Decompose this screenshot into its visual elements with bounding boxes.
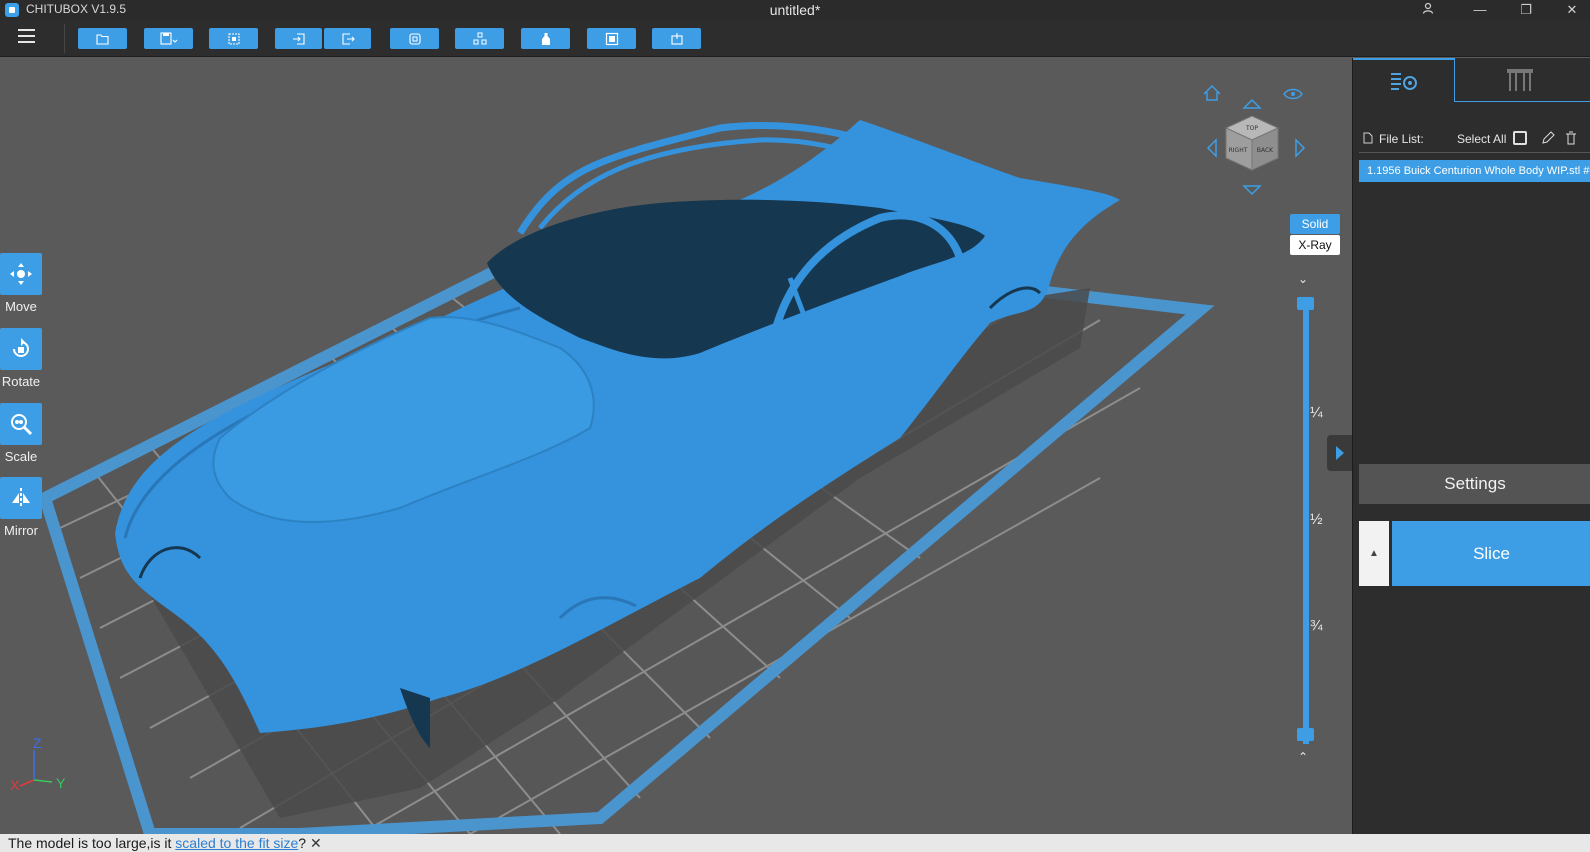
select-all-label: Select All (1457, 132, 1507, 146)
restore-button[interactable]: ❐ (1508, 0, 1544, 20)
mirror-label: Mirror (4, 523, 38, 538)
solid-view-button[interactable]: Solid (1290, 214, 1340, 234)
status-suffix: ? (298, 835, 307, 851)
open-file-button[interactable] (78, 28, 127, 49)
trash-icon[interactable] (1565, 131, 1577, 145)
tab-supports[interactable] (1455, 58, 1590, 102)
svg-text:RIGHT: RIGHT (1229, 147, 1248, 154)
scale-to-fit-link[interactable]: scaled to the fit size (175, 835, 298, 851)
home-view-icon (1203, 84, 1221, 101)
toolbar-divider (64, 24, 65, 53)
save-icon (159, 31, 177, 45)
file-list-label: File List: (1379, 132, 1424, 146)
slider-mark-three-quarter: ¾ (1310, 617, 1323, 634)
tab-files[interactable] (1353, 58, 1455, 102)
add-box-icon (670, 32, 683, 45)
scale-icon (0, 403, 42, 445)
slice-button[interactable]: Slice (1392, 521, 1590, 586)
import-icon (292, 32, 305, 45)
panel-collapse-toggle[interactable] (1327, 435, 1352, 471)
arrange-icon (473, 32, 486, 44)
slider-mark-quarter: ¼ (1310, 404, 1323, 421)
rotate-tool[interactable]: Rotate (0, 328, 42, 389)
file-settings-icon (1391, 73, 1417, 90)
file-list-header: File List: Select All (1363, 130, 1590, 148)
rotate-left-icon (1206, 138, 1217, 158)
layer-slider-track[interactable] (1303, 304, 1309, 744)
export-button[interactable] (324, 28, 371, 49)
rotate-right-icon (1295, 138, 1306, 158)
layer-chevron-down-icon[interactable]: ⌄ (1298, 272, 1308, 286)
copy-button[interactable] (390, 28, 439, 49)
status-bar: The model is too large,is it scaled to t… (0, 834, 1590, 852)
file-list-item[interactable]: 1.1956 Buick Centurion Whole Body WIP.st… (1359, 160, 1590, 182)
svg-text:BACK: BACK (1257, 147, 1274, 154)
rotate-icon (0, 328, 42, 370)
scale-label: Scale (4, 449, 38, 464)
hamburger-menu-icon[interactable] (18, 29, 38, 47)
dismiss-status-icon[interactable]: ✕ (310, 835, 322, 851)
edit-icon[interactable] (1541, 131, 1555, 145)
bottle-icon (541, 32, 550, 45)
move-tool[interactable]: Move (0, 253, 42, 314)
scene-canvas (37, 120, 1215, 834)
rotate-up-icon (1242, 98, 1262, 109)
arrange-button[interactable] (455, 28, 504, 49)
move-icon (0, 253, 42, 295)
minimize-button[interactable]: — (1462, 0, 1498, 20)
import-button[interactable] (275, 28, 322, 49)
user-icon[interactable] (1410, 0, 1446, 20)
add-box-button[interactable] (652, 28, 701, 49)
main-toolbar (0, 20, 1590, 57)
rotate-down-icon (1242, 185, 1262, 196)
z-axis-label: Z (33, 735, 42, 751)
select-all-checkbox[interactable] (1513, 131, 1527, 145)
layer-chevron-up-icon[interactable]: ⌃ (1298, 750, 1308, 764)
select-icon (227, 32, 240, 45)
axis-gizmo: Z X Y (10, 735, 66, 793)
support-table-icon (1507, 69, 1533, 91)
mirror-tool[interactable]: Mirror (0, 477, 42, 538)
move-label: Move (5, 299, 37, 314)
folder-open-icon (95, 33, 109, 45)
3d-viewport[interactable]: TOP RIGHT BACK Solid X-Ray ⌄ ¼ ½ ¾ ⌃ Mov… (0, 58, 1352, 834)
side-panel: File List: Select All 1.1956 Buick Centu… (1352, 58, 1590, 834)
scale-tool[interactable]: Scale (0, 403, 42, 464)
document-title: untitled* (769, 2, 821, 18)
select-all-button[interactable] (209, 28, 258, 49)
slice-options-arrow-icon[interactable]: ▲ (1359, 521, 1389, 586)
dig-hole-button[interactable] (587, 28, 636, 49)
frame-icon (605, 32, 618, 45)
settings-button[interactable]: Settings (1359, 464, 1590, 504)
xray-view-button[interactable]: X-Ray (1290, 235, 1340, 255)
layer-slider-bottom-handle[interactable] (1297, 728, 1314, 741)
title-bar: CHITUBOX V1.9.5 untitled* — ❐ ✕ (0, 0, 1590, 20)
close-window-button[interactable]: ✕ (1554, 0, 1590, 20)
copy-icon (408, 32, 421, 45)
save-button[interactable] (144, 28, 193, 49)
y-axis-label: Y (56, 775, 66, 791)
export-icon (341, 32, 355, 45)
divider (1359, 152, 1590, 153)
slider-mark-half: ½ (1310, 511, 1323, 528)
status-message: The model is too large,is it (8, 835, 176, 851)
rotate-label: Rotate (1, 374, 41, 389)
mirror-icon (0, 477, 42, 519)
x-axis-label: X (10, 777, 20, 793)
slice-controls: ▲ Slice (1359, 521, 1590, 586)
view-cube[interactable]: TOP RIGHT BACK (1200, 80, 1310, 200)
hollow-button[interactable] (521, 28, 570, 49)
document-icon (1363, 132, 1373, 144)
layer-slider-top-handle[interactable] (1297, 297, 1314, 310)
svg-text:TOP: TOP (1245, 125, 1258, 132)
